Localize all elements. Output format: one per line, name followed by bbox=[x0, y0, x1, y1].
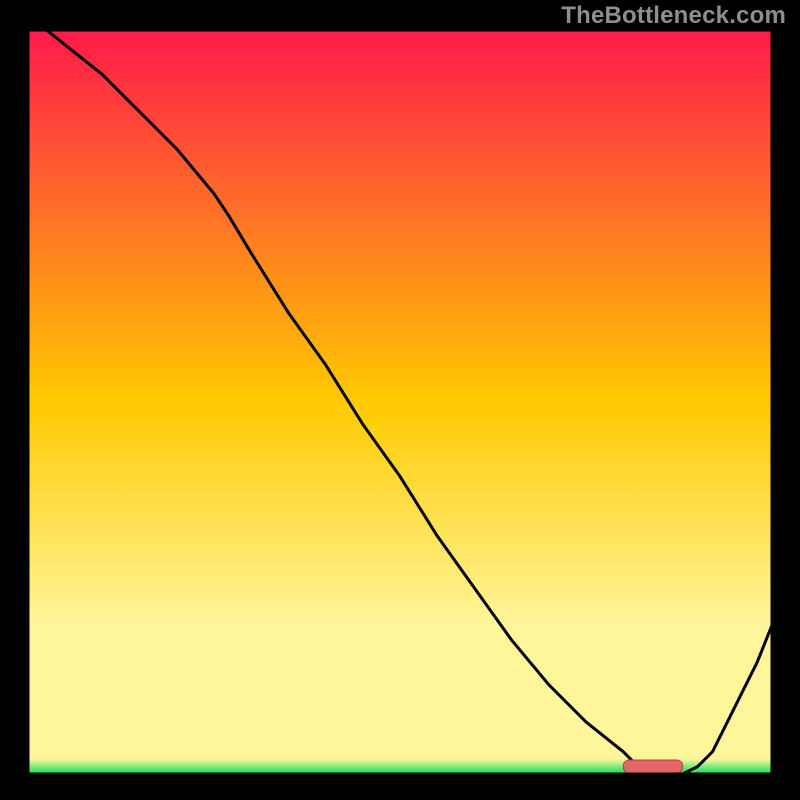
optimal-range-marker bbox=[623, 760, 683, 773]
gradient-background bbox=[28, 30, 772, 774]
chart-frame: { "watermark": "TheBottleneck.com", "col… bbox=[0, 0, 800, 800]
bottleneck-chart bbox=[0, 0, 800, 800]
